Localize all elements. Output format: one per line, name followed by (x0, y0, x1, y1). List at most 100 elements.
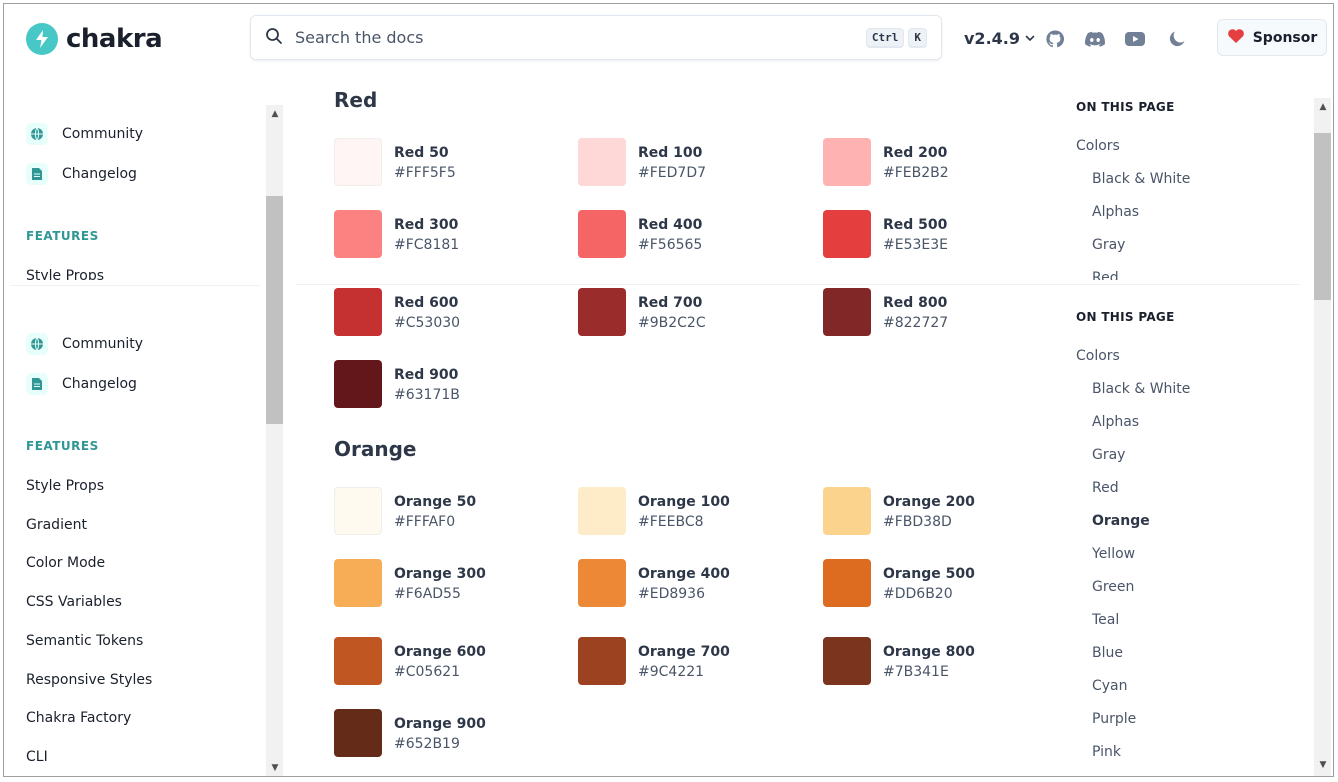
sponsor-label: Sponsor (1252, 29, 1318, 46)
color-chip (578, 210, 626, 258)
scroll-down-arrow-icon[interactable]: ▼ (1318, 760, 1328, 770)
color-swatch: Orange 500 #DD6B20 (823, 559, 975, 607)
swatch-hex: #9B2C2C (638, 315, 706, 331)
swatch-name: Orange 100 (638, 494, 730, 510)
toc-item-black-white[interactable]: Black & White (1092, 171, 1190, 187)
scrollbar-thumb[interactable] (266, 196, 283, 424)
swatch-hex: #FBD38D (883, 514, 952, 530)
sidebar-scrollbar[interactable]: ▲ ▼ (266, 105, 283, 776)
scroll-down-arrow-icon[interactable]: ▼ (270, 763, 280, 773)
search-input[interactable]: Search the docs Ctrl K (250, 15, 942, 60)
swatch-text: Orange 600 #C05621 (394, 642, 486, 683)
toc-item[interactable]: Colors (1076, 348, 1120, 364)
swatch-text: Red 200 #FEB2B2 (883, 143, 949, 184)
swatch-text: Red 800 #822727 (883, 293, 948, 334)
sidebar-item-css-variables[interactable]: CSS Variables (26, 594, 122, 610)
sidebar-item-style-props[interactable]: Style Props (26, 478, 104, 494)
toc-item[interactable]: Teal (1092, 612, 1119, 628)
sidebar-item-label: Changelog (62, 376, 137, 392)
toc-item[interactable]: Blue (1092, 645, 1123, 661)
search-shortcut: Ctrl K (865, 28, 927, 48)
color-chip (334, 288, 382, 336)
color-swatch: Red 100 #FED7D7 (578, 138, 706, 186)
color-chip (578, 138, 626, 186)
sidebar-item-chakra-factory[interactable]: Chakra Factory (26, 710, 131, 726)
sidebar-item-changelog[interactable]: Changelog (26, 163, 137, 185)
color-chip (823, 559, 871, 607)
document-icon (26, 373, 48, 395)
color-chip (334, 210, 382, 258)
sidebar-item-responsive-styles[interactable]: Responsive Styles (26, 672, 152, 688)
swatch-text: Orange 700 #9C4221 (638, 642, 730, 683)
color-chip (823, 138, 871, 186)
sidebar-item-label: Community (62, 336, 144, 352)
swatch-hex: #C05621 (394, 664, 461, 680)
toc-item[interactable]: Yellow (1092, 546, 1135, 562)
sidebar-item-gradient[interactable]: Gradient (26, 517, 87, 533)
swatch-text: Orange 800 #7B341E (883, 642, 975, 683)
swatch-name: Orange 500 (883, 566, 975, 582)
swatch-hex: #C53030 (394, 315, 461, 331)
lightning-icon (26, 23, 58, 55)
color-swatch: Orange 800 #7B341E (823, 637, 975, 685)
toc-item[interactable]: Cyan (1092, 678, 1128, 694)
swatch-name: Red 300 (394, 217, 459, 233)
sidebar-section-features: FEATURES (26, 439, 99, 453)
swatch-hex: #FEEBC8 (638, 514, 704, 530)
color-swatch: Orange 600 #C05621 (334, 637, 486, 685)
toc-item[interactable]: Purple (1092, 711, 1136, 727)
sidebar-item-community[interactable]: Community (26, 123, 143, 145)
toc-item-red-clipped[interactable]: Red (1092, 270, 1119, 280)
color-swatch: Orange 50 #FFFAF0 (334, 487, 476, 535)
swatch-hex: #FEB2B2 (883, 165, 949, 181)
scroll-up-arrow-icon[interactable]: ▲ (1318, 102, 1328, 112)
color-swatch: Red 400 #F56565 (578, 210, 702, 258)
toc-item[interactable]: Gray (1092, 447, 1125, 463)
swatch-hex: #652B19 (394, 736, 460, 752)
color-swatch: Orange 400 #ED8936 (578, 559, 730, 607)
sidebar-item-changelog[interactable]: Changelog (26, 373, 137, 395)
moon-icon[interactable] (1166, 28, 1188, 50)
color-chip (823, 288, 871, 336)
toc-item-alphas[interactable]: Alphas (1092, 204, 1139, 220)
toc-item[interactable]: Orange (1092, 513, 1150, 529)
toc-item[interactable]: Pink (1092, 744, 1121, 760)
toc-item[interactable]: Green (1092, 579, 1134, 595)
swatch-text: Red 300 #FC8181 (394, 215, 459, 256)
toc-item-gray[interactable]: Gray (1092, 237, 1125, 253)
swatch-name: Orange 900 (394, 716, 486, 732)
toc-item[interactable]: Red (1092, 480, 1119, 496)
browser-viewport: chakra Search the docs Ctrl K v2.4.9 Spo… (3, 3, 1334, 777)
youtube-icon[interactable] (1124, 28, 1146, 50)
sidebar-item-community[interactable]: Community (26, 333, 143, 355)
chakra-logo[interactable]: chakra (26, 23, 163, 55)
swatch-name: Red 50 (394, 145, 449, 161)
sidebar-item-style-props-clipped[interactable]: Style Props (26, 268, 104, 280)
swatch-name: Red 600 (394, 295, 459, 311)
sponsor-button[interactable]: Sponsor (1217, 19, 1327, 56)
color-swatch: Red 200 #FEB2B2 (823, 138, 949, 186)
swatch-hex: #FED7D7 (638, 165, 707, 181)
github-icon[interactable] (1044, 28, 1066, 50)
swatch-text: Red 500 #E53E3E (883, 215, 948, 256)
sidebar-section-features: FEATURES (26, 229, 99, 243)
scrollbar-thumb[interactable] (1314, 133, 1331, 300)
page-scrollbar[interactable]: ▲ ▼ (1314, 98, 1331, 776)
color-swatch: Red 800 #822727 (823, 288, 948, 336)
toc-item[interactable]: Black & White (1092, 381, 1190, 397)
globe-icon (26, 333, 48, 355)
sidebar-item-semantic-tokens[interactable]: Semantic Tokens (26, 633, 143, 649)
discord-icon[interactable] (1084, 28, 1106, 50)
version-select[interactable]: v2.4.9 (964, 29, 1036, 48)
color-chip (334, 360, 382, 408)
sidebar-item-cli[interactable]: CLI (26, 749, 48, 765)
color-chip (578, 288, 626, 336)
color-swatch: Orange 300 #F6AD55 (334, 559, 486, 607)
document-icon (26, 163, 48, 185)
swatch-hex: #DD6B20 (883, 586, 953, 602)
scroll-up-arrow-icon[interactable]: ▲ (270, 109, 280, 119)
sidebar-item-color-mode[interactable]: Color Mode (26, 555, 105, 571)
toc-item[interactable]: Alphas (1092, 414, 1139, 430)
swatch-name: Red 700 (638, 295, 703, 311)
toc-item-colors[interactable]: Colors (1076, 138, 1120, 154)
